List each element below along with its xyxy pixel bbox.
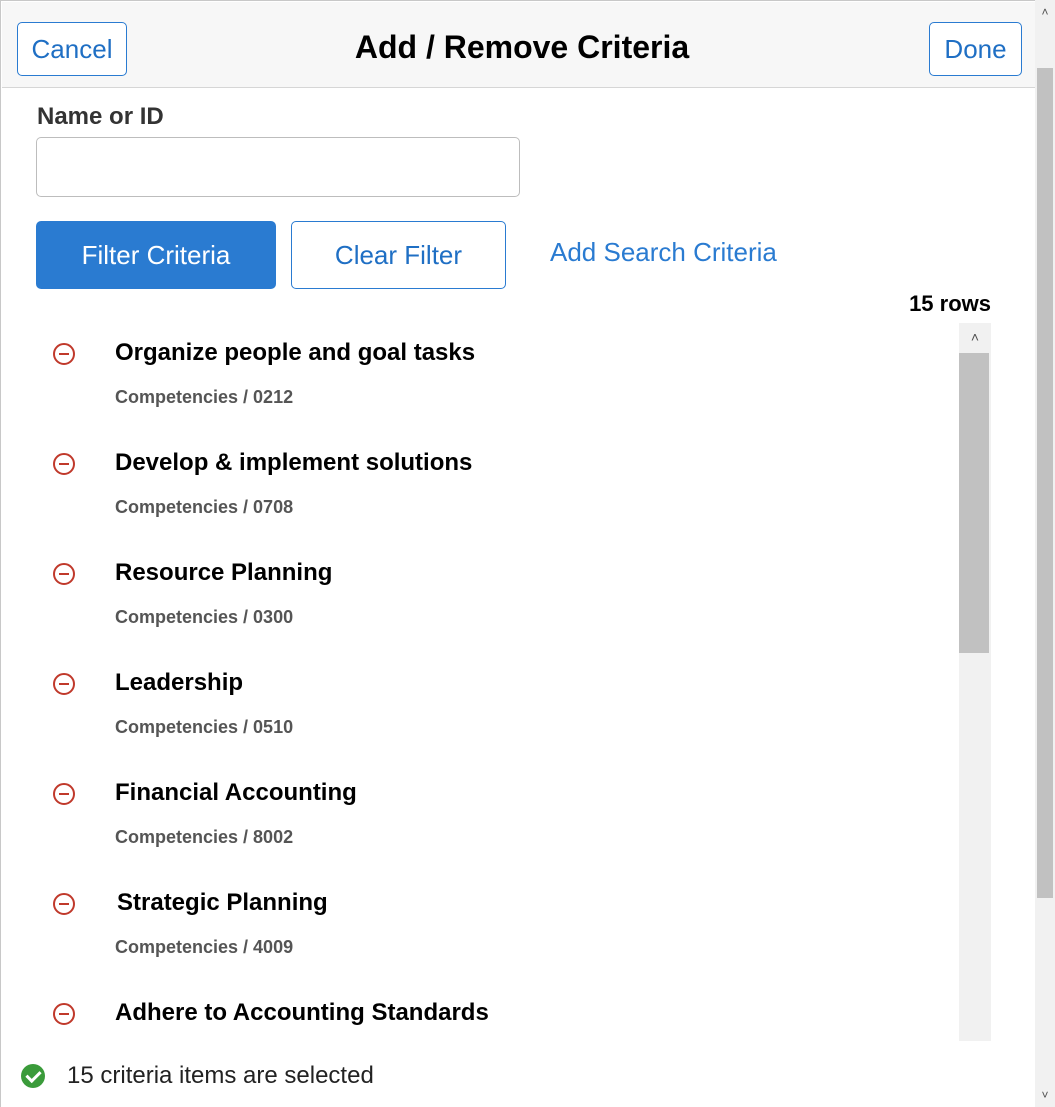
- list-scrollbar-thumb[interactable]: [959, 353, 989, 653]
- check-circle-icon: [21, 1064, 45, 1088]
- page-scrollbar-thumb[interactable]: [1037, 68, 1053, 898]
- name-or-id-label: Name or ID: [37, 103, 164, 130]
- list-item: Develop & implement solutions Competenci…: [31, 431, 951, 531]
- selection-status: 15 criteria items are selected: [21, 1061, 374, 1091]
- item-subtitle: Competencies / 4009: [115, 937, 294, 957]
- clear-filter-button[interactable]: Clear Filter: [291, 221, 506, 289]
- remove-icon[interactable]: [53, 453, 75, 475]
- list-item: Organize people and goal tasks Competenc…: [31, 321, 951, 421]
- item-subtitle: Competencies / 8002: [115, 827, 294, 847]
- name-or-id-input[interactable]: [36, 137, 520, 197]
- item-title: Adhere to Accounting Standards: [115, 999, 489, 1026]
- remove-icon[interactable]: [53, 783, 75, 805]
- remove-icon[interactable]: [53, 673, 75, 695]
- remove-icon[interactable]: [53, 893, 75, 915]
- add-search-criteria-link[interactable]: Add Search Criteria: [550, 237, 777, 268]
- filter-criteria-button[interactable]: Filter Criteria: [36, 221, 276, 289]
- item-title: Financial Accounting: [115, 779, 357, 806]
- scroll-up-icon[interactable]: ˄: [1035, 2, 1055, 22]
- item-title: Organize people and goal tasks: [115, 339, 476, 366]
- scroll-down-icon[interactable]: ˅: [1035, 1085, 1055, 1105]
- dialog-header: Cancel Add / Remove Criteria Done: [2, 2, 1035, 88]
- list-scrollbar[interactable]: ˄: [959, 323, 991, 1041]
- item-subtitle: Competencies / 0510: [115, 717, 294, 737]
- item-subtitle: Competencies / 0708: [115, 497, 294, 517]
- item-title: Develop & implement solutions: [115, 449, 473, 476]
- criteria-dialog: Cancel Add / Remove Criteria Done Name o…: [0, 0, 1055, 1107]
- list-item: Strategic Planning Competencies / 4009: [31, 871, 951, 971]
- dialog-title: Add / Remove Criteria: [354, 29, 690, 65]
- item-subtitle: Competencies / 0300: [115, 607, 294, 627]
- remove-icon[interactable]: [53, 1003, 75, 1025]
- list-item: Resource Planning Competencies / 0300: [31, 541, 951, 641]
- status-text: 15 criteria items are selected: [67, 1062, 374, 1089]
- done-button[interactable]: Done: [929, 22, 1022, 76]
- item-title: Leadership: [115, 669, 244, 696]
- rows-count: 15 rows: [909, 291, 991, 316]
- remove-icon[interactable]: [53, 343, 75, 365]
- cancel-button[interactable]: Cancel: [17, 22, 127, 76]
- list-item: Adhere to Accounting Standards: [31, 981, 951, 1041]
- list-item: Financial Accounting Competencies / 8002: [31, 761, 951, 861]
- remove-icon[interactable]: [53, 563, 75, 585]
- item-subtitle: Competencies / 0212: [115, 387, 294, 407]
- criteria-list: Organize people and goal tasks Competenc…: [31, 321, 961, 1041]
- item-title: Strategic Planning: [117, 889, 328, 916]
- list-item: Leadership Competencies / 0510: [31, 651, 951, 751]
- scroll-up-icon[interactable]: ˄: [959, 327, 991, 347]
- page-scrollbar[interactable]: ˄ ˅: [1035, 0, 1055, 1107]
- item-title: Resource Planning: [115, 559, 333, 586]
